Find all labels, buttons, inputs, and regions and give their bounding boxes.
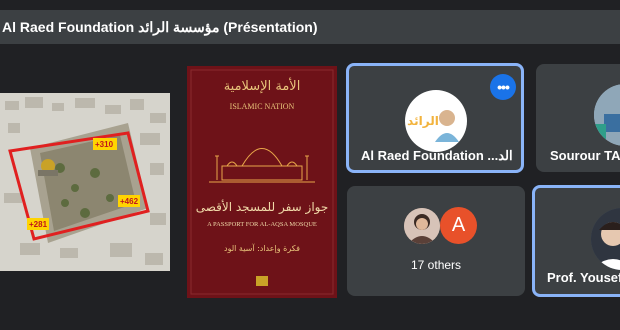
participant-name: Al Raed Foundation ...الد [361, 148, 513, 163]
more-options-button[interactable]: ••• [490, 74, 516, 100]
others-initial-avatar: A [440, 207, 477, 244]
initial-letter: A [451, 214, 466, 236]
others-photo-avatar [404, 208, 440, 244]
participant-tile-al-raed[interactable]: الرائد ••• Al Raed Foundation ...الد [346, 63, 524, 173]
presentation-title-bar: Al Raed Foundation مؤسسة الرائد (Présent… [0, 10, 620, 44]
participant-name: 17 others [411, 258, 462, 272]
sourour-photo-icon [594, 84, 620, 146]
book-series: ISLAMIC NATION [230, 102, 295, 111]
svg-text:الرائد: الرائد [407, 114, 439, 128]
others-photo-icon [404, 208, 440, 244]
prof-yousef-photo-icon [591, 208, 620, 270]
book-author: فكرة وإعداد: آسية الود [224, 243, 300, 254]
participant-name: Prof. Yousef [547, 270, 620, 285]
book-main-english: A PASSPORT FOR AL-AQSA MOSQUE [207, 221, 317, 228]
al-raed-logo-icon: الرائد [407, 110, 459, 142]
participant-tile-prof-yousef[interactable]: Prof. Yousef [532, 185, 620, 297]
aerial-label-281: +281 [29, 220, 48, 229]
prof-yousef-avatar [591, 208, 620, 270]
book-cover: الأمة الإسلامية ISLAMIC NATION جواز سفر … [187, 66, 337, 298]
book-cover-art: الأمة الإسلامية ISLAMIC NATION جواز سفر … [187, 66, 337, 298]
sourour-avatar [594, 84, 620, 146]
aerial-label-310: +310 [95, 140, 114, 149]
aerial-label-462: +462 [120, 197, 139, 206]
participant-name: Sourour TA [550, 148, 620, 163]
presentation-title: Al Raed Foundation مؤسسة الرائد (Présent… [2, 19, 318, 35]
aerial-illustration: +310 +462 +281 [0, 93, 170, 271]
al-raed-logo-avatar: الرائد [405, 90, 467, 152]
book-main-arabic: جواز سفر للمسجد الأقصى [196, 199, 329, 215]
participant-tile-others[interactable]: A 17 others [347, 186, 525, 296]
al-aqsa-aerial-image: +310 +462 +281 [0, 93, 170, 271]
book-arabic-title: الأمة الإسلامية [224, 77, 301, 94]
participant-tile-sourour[interactable]: Sourour TA [536, 64, 620, 172]
